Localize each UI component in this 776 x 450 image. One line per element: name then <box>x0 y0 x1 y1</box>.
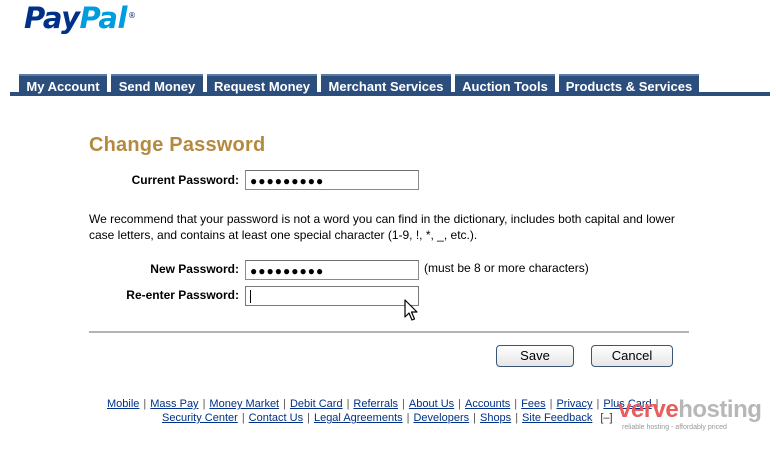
footer-link-mass-pay[interactable]: Mass Pay <box>150 398 198 410</box>
save-button[interactable]: Save <box>496 345 574 367</box>
footer-link-developers[interactable]: Developers <box>413 412 469 424</box>
tab-my-account[interactable]: My Account <box>19 74 107 94</box>
password-recommendation: We recommend that your password is not a… <box>89 212 675 242</box>
current-password-field[interactable]: ●●●●●●●●● <box>245 170 419 190</box>
footer-link-about-us[interactable]: About Us <box>409 398 454 410</box>
new-password-field[interactable]: ●●●●●●●●● <box>245 260 419 280</box>
mouse-pointer-icon <box>404 299 418 323</box>
footer-link-legal-agreements[interactable]: Legal Agreements <box>314 412 403 424</box>
tab-products-services[interactable]: Products & Services <box>559 74 699 94</box>
text-caret <box>250 290 251 303</box>
footer-link-fees[interactable]: Fees <box>521 398 545 410</box>
footer-link-money-market[interactable]: Money Market <box>209 398 279 410</box>
collapse-toggle[interactable]: [–] <box>592 412 612 424</box>
reenter-password-label: Re-enter Password: <box>126 288 239 302</box>
tab-request-money[interactable]: Request Money <box>207 74 317 94</box>
reenter-password-field[interactable] <box>245 286 419 306</box>
page-title: Change Password <box>89 134 266 156</box>
tab-merchant-services[interactable]: Merchant Services <box>321 74 451 94</box>
watermark-logo: vervehosting reliable hosting - affordab… <box>618 396 762 431</box>
footer-link-accounts[interactable]: Accounts <box>465 398 510 410</box>
paypal-logo[interactable]: PayPal ® <box>24 2 136 34</box>
footer-link-security-center[interactable]: Security Center <box>162 412 238 424</box>
current-password-label: Current Password: <box>131 173 239 187</box>
tab-auction-tools[interactable]: Auction Tools <box>455 74 555 94</box>
footer-links-row2: Security Center | Contact Us | Legal Agreeme… <box>162 412 613 424</box>
main-nav: My Account Send Money Request Money Merc… <box>10 74 770 96</box>
footer-link-shops[interactable]: Shops <box>480 412 511 424</box>
tab-send-money[interactable]: Send Money <box>111 74 203 94</box>
cancel-button[interactable]: Cancel <box>591 345 673 367</box>
footer-link-debit-card[interactable]: Debit Card <box>290 398 343 410</box>
footer-link-privacy[interactable]: Privacy <box>556 398 592 410</box>
form-divider <box>89 331 689 333</box>
footer-link-referrals[interactable]: Referrals <box>353 398 398 410</box>
footer-links-row1: Mobile | Mass Pay | Money Market | Debit Card |… <box>107 398 659 410</box>
new-password-label: New Password: <box>150 262 239 276</box>
footer-link-site-feedback[interactable]: Site Feedback <box>522 412 592 424</box>
footer-link-mobile[interactable]: Mobile <box>107 398 139 410</box>
footer-link-contact-us[interactable]: Contact Us <box>249 412 303 424</box>
new-password-hint: (must be 8 or more characters) <box>424 261 589 275</box>
